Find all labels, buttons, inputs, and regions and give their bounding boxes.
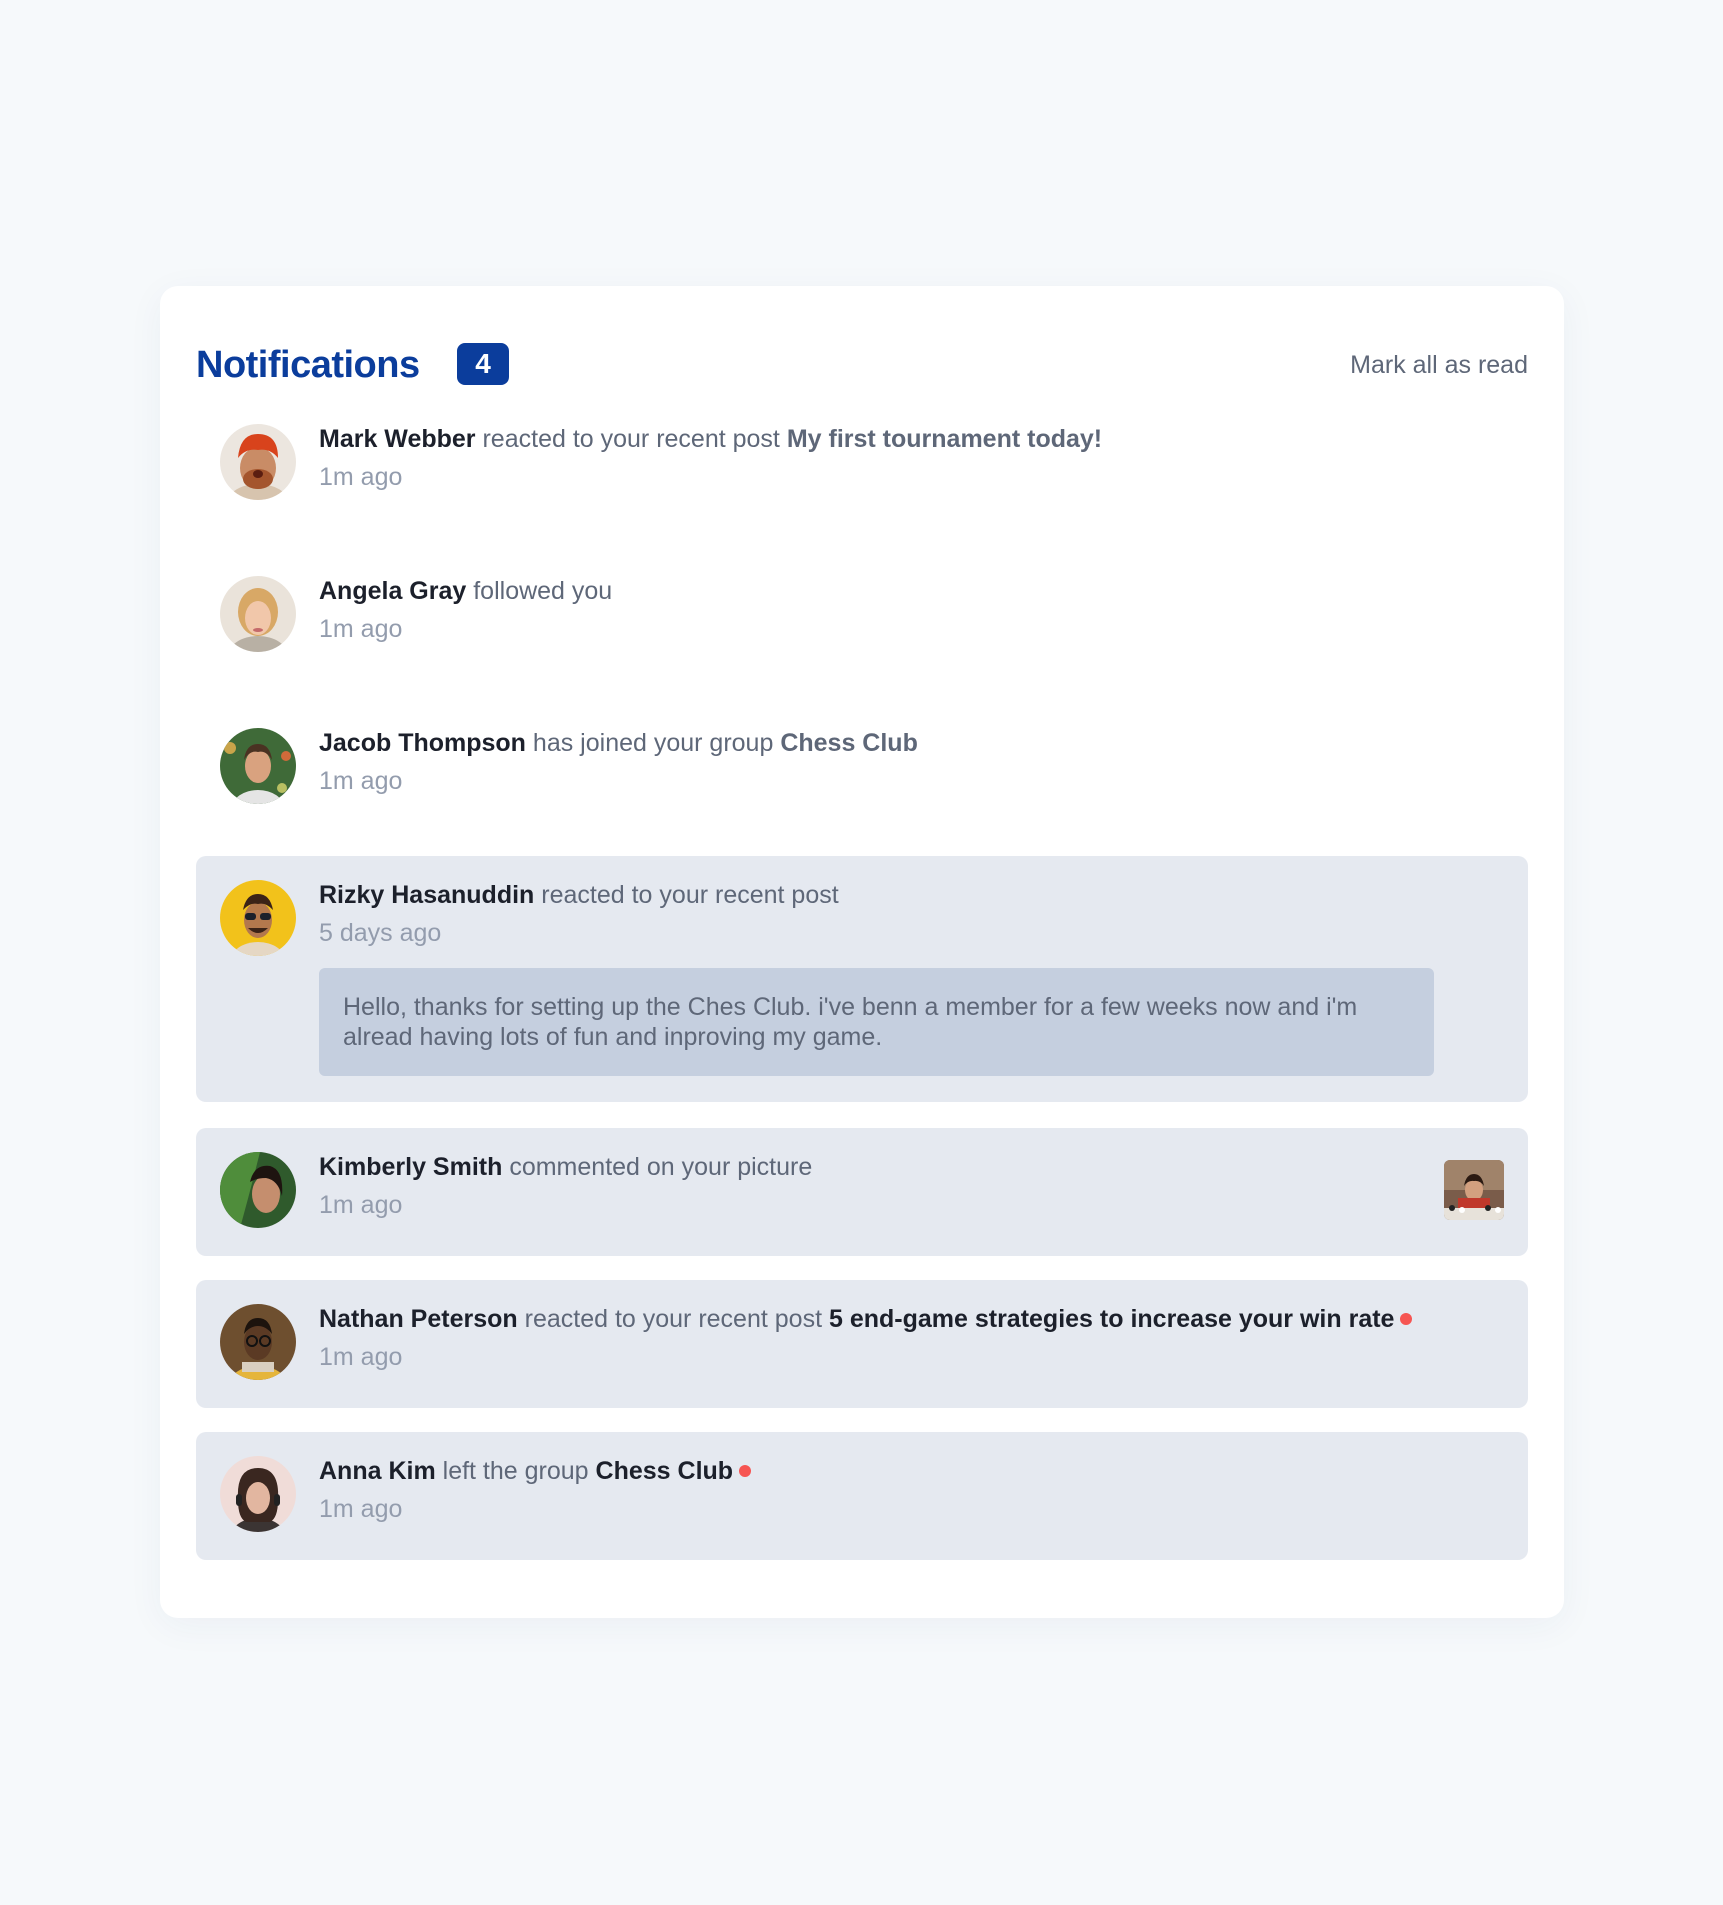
- avatar[interactable]: [220, 880, 296, 956]
- avatar-anna-kim-icon: [220, 1456, 296, 1532]
- unread-count-badge: 4: [457, 343, 509, 385]
- notification-action: reacted to your recent post: [541, 881, 839, 909]
- notification-content: Anna Kim left the group Chess Club 1m ag…: [319, 1454, 1408, 1526]
- avatar-mark-webber-icon: [220, 424, 296, 500]
- avatar-jacob-thompson-icon: [220, 728, 296, 804]
- mark-all-as-read-button[interactable]: Mark all as read: [1350, 340, 1528, 390]
- notifications-header: Notifications 4 Mark all as read: [196, 340, 1528, 390]
- notification-item[interactable]: Anna Kim left the group Chess Club 1m ag…: [196, 1432, 1528, 1560]
- user-name-link[interactable]: Angela Gray: [319, 577, 466, 605]
- user-name-link[interactable]: Mark Webber: [319, 425, 476, 453]
- post-link[interactable]: My first tournament today!: [787, 425, 1102, 453]
- notification-content: Angela Gray followed you 1m ago: [319, 574, 1408, 646]
- avatar[interactable]: [220, 1456, 296, 1532]
- notification-text: Angela Gray followed you: [319, 574, 1408, 608]
- group-link[interactable]: Chess Club: [780, 729, 918, 757]
- user-name-link[interactable]: Kimberly Smith: [319, 1153, 502, 1181]
- avatar[interactable]: [220, 576, 296, 652]
- avatar-nathan-peterson-icon: [220, 1304, 296, 1380]
- notification-item[interactable]: Jacob Thompson has joined your group Che…: [196, 704, 1528, 829]
- notification-item[interactable]: Nathan Peterson reacted to your recent p…: [196, 1280, 1528, 1408]
- notifications-card: Notifications 4 Mark all as read Mark We…: [160, 286, 1564, 1618]
- avatar-rizky-hasanuddin-icon: [220, 880, 296, 956]
- avatar[interactable]: [220, 1304, 296, 1380]
- notification-text: Rizky Hasanuddin reacted to your recent …: [319, 878, 1408, 912]
- user-name-link[interactable]: Rizky Hasanuddin: [319, 881, 534, 909]
- user-name-link[interactable]: Jacob Thompson: [319, 729, 526, 757]
- notification-text: Nathan Peterson reacted to your recent p…: [319, 1302, 1413, 1336]
- notification-content: Jacob Thompson has joined your group Che…: [319, 726, 1408, 798]
- notification-item[interactable]: Angela Gray followed you 1m ago: [196, 552, 1528, 677]
- notification-text: Jacob Thompson has joined your group Che…: [319, 726, 1408, 760]
- notification-content: Nathan Peterson reacted to your recent p…: [319, 1302, 1413, 1374]
- unread-dot-icon: [1400, 1313, 1413, 1325]
- notification-text: Mark Webber reacted to your recent post …: [319, 422, 1408, 456]
- notification-action: followed you: [473, 577, 613, 605]
- notification-time: 1m ago: [319, 767, 403, 795]
- notification-action: reacted to your recent post: [524, 1305, 823, 1333]
- avatar[interactable]: [220, 728, 296, 804]
- notification-time: 5 days ago: [319, 919, 442, 947]
- unread-dot-icon: [739, 1465, 752, 1477]
- notification-content: Rizky Hasanuddin reacted to your recent …: [319, 878, 1408, 950]
- notification-time: 1m ago: [319, 1495, 403, 1523]
- notification-item[interactable]: Rizky Hasanuddin reacted to your recent …: [196, 856, 1528, 1102]
- notification-text: Anna Kim left the group Chess Club: [319, 1454, 1408, 1488]
- avatar[interactable]: [220, 1152, 296, 1228]
- notification-item[interactable]: Kimberly Smith commented on your picture…: [196, 1128, 1528, 1256]
- notification-action: commented on your picture: [509, 1153, 813, 1181]
- commented-picture[interactable]: [1444, 1160, 1504, 1220]
- post-link[interactable]: 5 end-game strategies to increase your w…: [829, 1305, 1394, 1333]
- notification-content: Mark Webber reacted to your recent post …: [319, 422, 1408, 494]
- notification-action: left the group: [442, 1457, 589, 1485]
- notification-action: reacted to your recent post: [482, 425, 780, 453]
- user-name-link[interactable]: Anna Kim: [319, 1457, 436, 1485]
- user-name-link[interactable]: Nathan Peterson: [319, 1305, 518, 1333]
- notification-time: 1m ago: [319, 1191, 403, 1219]
- group-link[interactable]: Chess Club: [596, 1457, 734, 1485]
- notification-time: 1m ago: [319, 1343, 403, 1371]
- page-title: Notifications: [196, 344, 420, 386]
- private-message[interactable]: Hello, thanks for setting up the Ches Cl…: [319, 968, 1434, 1076]
- notification-content: Kimberly Smith commented on your picture…: [319, 1150, 1408, 1222]
- avatar-kimberly-smith-icon: [220, 1152, 296, 1228]
- avatar[interactable]: [220, 424, 296, 500]
- avatar-angela-gray-icon: [220, 576, 296, 652]
- notification-item[interactable]: Mark Webber reacted to your recent post …: [196, 400, 1528, 525]
- chess-picture-icon: [1444, 1160, 1504, 1220]
- notification-time: 1m ago: [319, 615, 403, 643]
- notification-action: has joined your group: [532, 729, 774, 757]
- notification-time: 1m ago: [319, 463, 403, 491]
- notification-text: Kimberly Smith commented on your picture: [319, 1150, 1408, 1184]
